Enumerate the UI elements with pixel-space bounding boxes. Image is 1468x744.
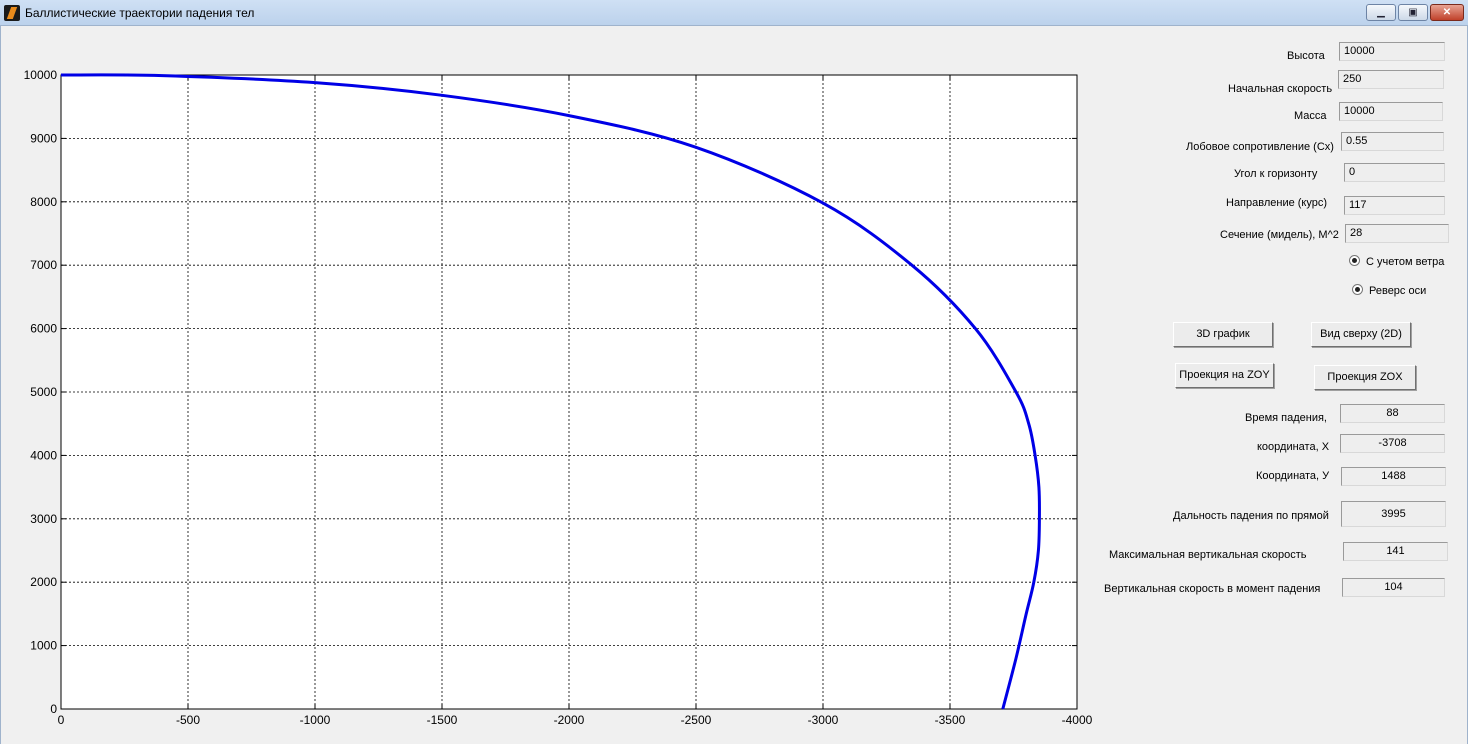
section-label: Сечение (мидель), М^2 xyxy=(1220,229,1339,241)
coord-x-label: координата, X xyxy=(1257,441,1330,453)
mass-label: Масса xyxy=(1294,110,1327,122)
figure-window: 0 -500 -1000 -1500 -2000 -2500 -3000 -3500 -4000… xyxy=(0,26,1468,744)
x-tick-label: -2500 xyxy=(681,713,712,727)
x-tick-label: -2000 xyxy=(554,713,585,727)
impact-vspeed-value: 104 xyxy=(1342,578,1445,597)
range-label: Дальность падения по прямой xyxy=(1173,510,1329,522)
y-tick-label: 2000 xyxy=(30,575,57,589)
x-tick-label: -1500 xyxy=(427,713,458,727)
heading-field[interactable]: 117 xyxy=(1344,196,1445,215)
reverse-axis-radio[interactable]: Реверс оси xyxy=(1352,284,1426,298)
height-field[interactable]: 10000 xyxy=(1339,42,1445,61)
top-view-button[interactable]: Вид сверху (2D) xyxy=(1311,322,1411,347)
projection-zox-button[interactable]: Проекция ZOX xyxy=(1314,365,1416,390)
radio-selected-icon xyxy=(1349,255,1360,266)
y-tick-label: 4000 xyxy=(30,448,57,462)
range-value: 3995 xyxy=(1341,501,1446,527)
x-tick-label: -3000 xyxy=(808,713,839,727)
x-tick-label: -3500 xyxy=(935,713,966,727)
window-title: Баллистические траектории падения тел xyxy=(25,6,255,20)
matlab-icon xyxy=(4,5,20,21)
drag-field[interactable]: 0.55 xyxy=(1341,132,1444,151)
y-tick-label: 3000 xyxy=(30,512,57,526)
x-tick-label: -500 xyxy=(176,713,200,727)
initial-speed-field[interactable]: 250 xyxy=(1338,70,1444,89)
x-tick-label: 0 xyxy=(58,713,65,727)
heading-label: Направление (курс) xyxy=(1226,197,1328,209)
close-button[interactable]: ✕ xyxy=(1430,4,1464,21)
y-tick-label: 7000 xyxy=(30,258,57,272)
fall-time-value: 88 xyxy=(1340,404,1445,423)
wind-radio[interactable]: С учетом ветра xyxy=(1349,255,1444,269)
initial-speed-label: Начальная скорость xyxy=(1228,83,1333,95)
y-tick-label: 5000 xyxy=(30,385,57,399)
coord-y-label: Координата, У xyxy=(1256,470,1330,482)
plot-3d-button[interactable]: 3D график xyxy=(1173,322,1273,347)
drag-label: Лобовое сопротивление (Cx) xyxy=(1186,141,1334,153)
fall-time-label: Время падения, xyxy=(1245,412,1327,424)
angle-field[interactable]: 0 xyxy=(1344,163,1445,182)
max-vspeed-value: 141 xyxy=(1343,542,1448,561)
coord-y-value: 1488 xyxy=(1341,467,1446,486)
coord-x-value: -3708 xyxy=(1340,434,1445,453)
trajectory-plot: 0 -500 -1000 -1500 -2000 -2500 -3000 -3500 -4000… xyxy=(24,68,1093,727)
wind-radio-label: С учетом ветра xyxy=(1366,256,1445,268)
y-tick-label: 8000 xyxy=(30,195,57,209)
projection-zoy-button[interactable]: Проекция на ZOY xyxy=(1175,363,1274,388)
section-field[interactable]: 28 xyxy=(1345,224,1449,243)
maximize-button[interactable]: ▣ xyxy=(1398,4,1428,21)
y-tick-label: 9000 xyxy=(30,131,57,145)
title-bar: Баллистические траектории падения тел ▁ … xyxy=(0,0,1468,26)
max-vspeed-label: Максимальная вертикальная скорость xyxy=(1109,549,1307,561)
reverse-axis-radio-label: Реверс оси xyxy=(1369,285,1427,297)
minimize-button[interactable]: ▁ xyxy=(1366,4,1396,21)
y-tick-label: 1000 xyxy=(30,639,57,653)
mass-field[interactable]: 10000 xyxy=(1339,102,1443,121)
angle-label: Угол к горизонту xyxy=(1234,168,1318,180)
y-tick-label: 0 xyxy=(50,702,57,716)
y-tick-label: 6000 xyxy=(30,322,57,336)
radio-selected-icon xyxy=(1352,284,1363,295)
x-tick-label: -1000 xyxy=(300,713,331,727)
impact-vspeed-label: Вертикальная скорость в момент падения xyxy=(1104,583,1321,595)
x-tick-label: -4000 xyxy=(1062,713,1093,727)
y-tick-label: 10000 xyxy=(24,68,58,82)
height-label: Высота xyxy=(1287,50,1325,62)
